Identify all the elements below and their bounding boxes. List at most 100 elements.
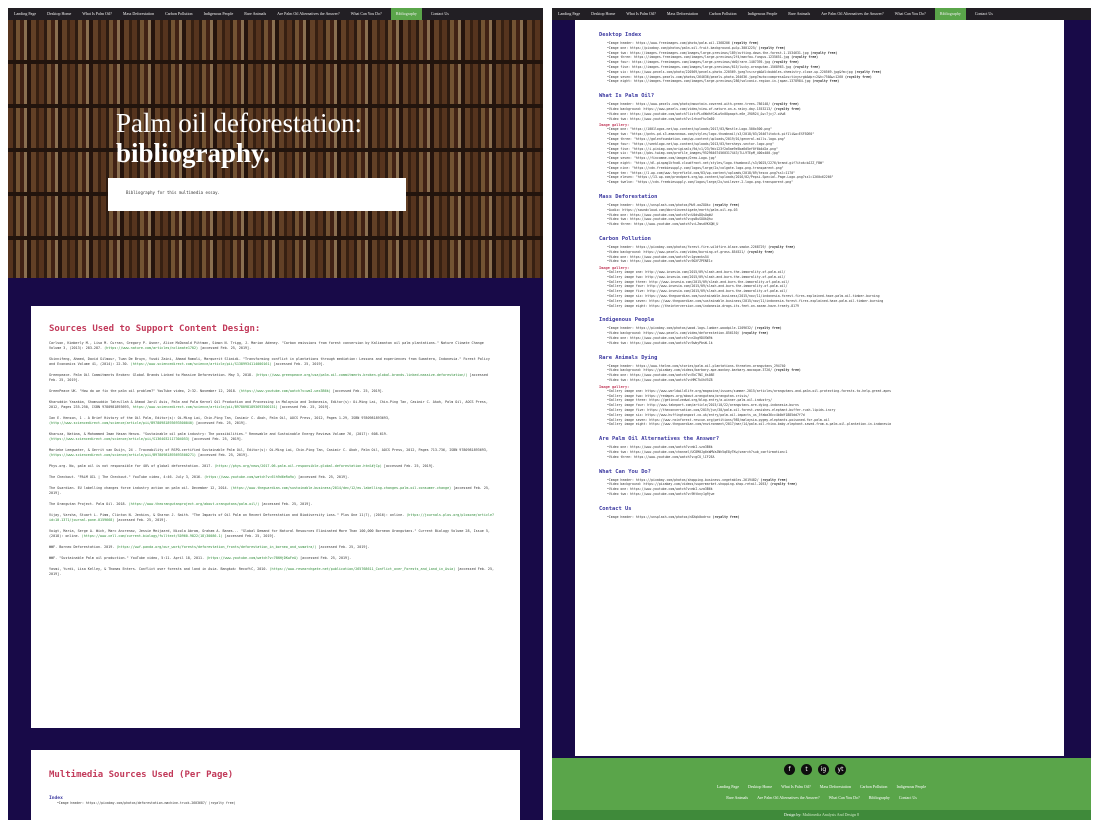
media-source[interactable]: Image four: https://images.freeimages.co… [609,60,772,64]
nav-link[interactable]: What Can You Do? [893,8,928,20]
nav-link[interactable]: Rare Animals [786,8,812,20]
media-source[interactable]: Video one: https://www.youtube.com/watch… [609,112,786,116]
nav-link[interactable]: Bibliography [934,8,966,20]
instagram-icon[interactable]: ig [818,764,829,775]
media-source[interactable]: Image seven: https://images.pexels.com/p… [609,75,845,79]
list-item[interactable]: Image twelve: "https://cdn.freebiesupply… [607,180,1048,185]
media-source[interactable]: Video background: https://www.pexels.com… [609,250,747,254]
media-source[interactable]: Video one: https://www.youtube.com/watch… [609,487,713,491]
source-link[interactable]: (https://www.sciencedirect.com/science/a… [49,453,196,457]
facebook-icon[interactable]: f [784,764,795,775]
nav-link[interactable]: Are Palm Oil Alternatives the Answer? [275,8,342,20]
source-link[interactable]: (https://www.nature.com/articles/nclimat… [104,346,198,350]
media-source[interactable]: Video one: https://www.youtube.com/watch… [609,255,709,259]
source-link[interactable]: (https://www.youtube.com/watch?v=wmI-uex… [239,389,331,393]
nav-link[interactable]: What Is Palm Oil? [624,8,658,20]
source-link[interactable]: (https://www.greenpeace.org/usa/palm-oil… [255,373,467,377]
nav-link[interactable]: Mass Deforestation [121,8,156,20]
media-source[interactable]: Video two: https://www.youtube.com/watch… [609,117,715,121]
media-source[interactable]: Video one: https://www.youtube.com/watch… [609,336,713,340]
source-link[interactable]: (https://www.sciencedirect.com/science/a… [49,437,190,441]
source-link[interactable]: (https://www.theorangutanproject.org/abo… [129,502,260,506]
media-source[interactable]: Image header: https://pixabay.com/photos… [609,478,761,482]
footer-link[interactable]: Landing Page [717,784,739,789]
media-source[interactable]: Image five: https://images.freeimages.co… [609,65,793,69]
footer-link[interactable]: Indigenous People [896,784,926,789]
source-link[interactable]: (https://www.sciencedirect.com/science/a… [131,362,272,366]
nav-link[interactable]: Are Palm Oil Alternatives the Answer? [819,8,886,20]
media-source[interactable]: Image header: https://unsplash.com/photo… [609,515,713,519]
youtube-icon[interactable]: yt [835,764,846,775]
media-source[interactable]: Video two: https://www.youtube.com/watch… [609,259,713,263]
nav-link[interactable]: Indigenous People [746,8,780,20]
source-entry: Yasmi, Yurdi, Lisa Kelley, & Thomas Ente… [49,567,498,577]
footer-link[interactable]: Desktop Home [748,784,772,789]
footer-link[interactable]: Contact Us [899,795,917,800]
nav-link[interactable]: What Is Palm Oil? [80,8,114,20]
nav-link[interactable]: What Can You Do? [349,8,384,20]
media-source[interactable]: Video one: https://www.youtube.com/watch… [609,373,715,377]
nav-link[interactable]: Rare Animals [242,8,268,20]
media-source[interactable]: Video background: https://www.pexels.com… [609,331,741,335]
media-source[interactable]: Image header: https://pixabay.com/photos… [609,245,768,249]
footer-link[interactable]: Rare Animals [726,795,748,800]
media-source[interactable]: Image header: https://www.pexels.com/pho… [609,102,772,106]
list-item[interactable]: Gallery image eight: https://theinterver… [607,304,1048,309]
footer-link[interactable]: Are Palm Oil Alternatives the Answer? [757,795,820,800]
nav-link[interactable]: Contact Us [973,8,995,20]
media-source[interactable]: Image header: https://pixabay.com/photos… [609,326,755,330]
media-source[interactable]: Audio: https://soundcloud.com/bbcr4inves… [609,208,738,212]
media-source[interactable]: Video two: https://www.youtube.com/watch… [609,217,713,221]
source-link[interactable]: (https://www.youtube.com/watch?v=76NHjDK… [206,556,298,560]
media-source[interactable]: Image eight: https://images.freeimages.c… [609,79,812,83]
source-link[interactable]: (https://www.researchgate.net/publicatio… [269,567,455,571]
nav-link[interactable]: Carbon Pollution [707,8,738,20]
twitter-icon[interactable]: t [801,764,812,775]
media-source[interactable]: Image header: https://www.thelnm.com/sto… [609,364,786,368]
footer-link[interactable]: Bibliography [869,795,890,800]
source-link[interactable]: (https://www.youtube.com/watch?v=6lh9d6e… [204,475,296,479]
source-link[interactable]: (https://wwf.panda.org/our_work/forests/… [116,545,316,549]
media-source[interactable]: Video background: https://pixabay.com/vi… [609,482,770,486]
media-list: Image header: https://pixabay.com/photos… [607,326,1048,345]
media-source[interactable]: Video two: https://www.youtube.com/watch… [609,492,715,496]
media-source[interactable]: Video two: https://www.youtube.com/watch… [609,341,713,345]
media-source[interactable]: Image one: https://pixabay.com/photos/pa… [609,46,759,50]
footer-link[interactable]: What Is Palm Oil? [781,784,811,789]
media-source[interactable]: Video three: https://www.youtube.com/wat… [609,455,715,459]
media-source[interactable]: Video background: https://www.pexels.com… [609,107,774,111]
source-text: Kharuza, Natima, & Mohammed Iman Hasan H… [49,432,388,436]
media-source[interactable]: Video one: https://www.youtube.com/watch… [609,213,713,217]
nav-link[interactable]: Landing Page [556,8,582,20]
list-item[interactable]: Gallery image eight: https://www.theguar… [607,422,1048,427]
source-link[interactable]: (https://phys.org/news/2017-06-palm-oil-… [214,464,381,468]
source-link[interactable]: https://www.sciencedirect.com/science/ar… [133,405,278,409]
nav-link[interactable]: Indigenous People [202,8,236,20]
media-source[interactable]: Image six: https://www.pexels.com/photo/… [609,70,855,74]
media-source[interactable]: Video three: https://www.youtube.com/wat… [609,222,718,226]
nav-link[interactable]: Contact Us [429,8,451,20]
media-source[interactable]: Video two: https://www.youtube.com/watch… [609,378,713,382]
nav-link[interactable]: Desktop Home [45,8,73,20]
footer-link[interactable]: Carbon Pollution [860,784,887,789]
nav-link[interactable]: Mass Deforestation [665,8,700,20]
footer-link[interactable]: Mass Deforestation [820,784,851,789]
nav-link[interactable]: Carbon Pollution [163,8,194,20]
source-link[interactable]: (https://www.cell.com/current-biology/fu… [82,534,223,538]
media-source[interactable]: Image header: https://www.freeimages.com… [609,41,732,45]
nav-link[interactable]: Bibliography [390,8,422,20]
per-page-sources: Desktop Index Image header: https://www.f… [599,32,1048,520]
source-entry: The Guardian. EU labelling changes force… [49,486,498,496]
media-source[interactable]: Video background: https://pixabay.com/vi… [609,368,774,372]
media-source[interactable]: Video two: https://www.youtube.com/chann… [609,450,787,454]
nav-link[interactable]: Landing Page [12,8,38,20]
source-link[interactable]: (http://www.sciencedirect.com/science/ar… [49,421,194,425]
footer-link[interactable]: What Can You Do? [829,795,860,800]
media-source[interactable]: Image header: https://unsplash.com/photo… [609,203,713,207]
credit-name[interactable]: Multimedia Analysis And Design 8 [803,812,859,817]
nav-link[interactable]: Desktop Home [589,8,617,20]
source-link[interactable]: (https://www.theguardian.com/sustainable… [231,486,451,490]
media-source[interactable]: Image three: https://images.freeimages.c… [609,55,791,59]
media-source[interactable]: Image two: https://images.freeimages.com… [609,51,811,55]
media-source[interactable]: Video one: https://www.youtube.com/watch… [609,445,713,449]
